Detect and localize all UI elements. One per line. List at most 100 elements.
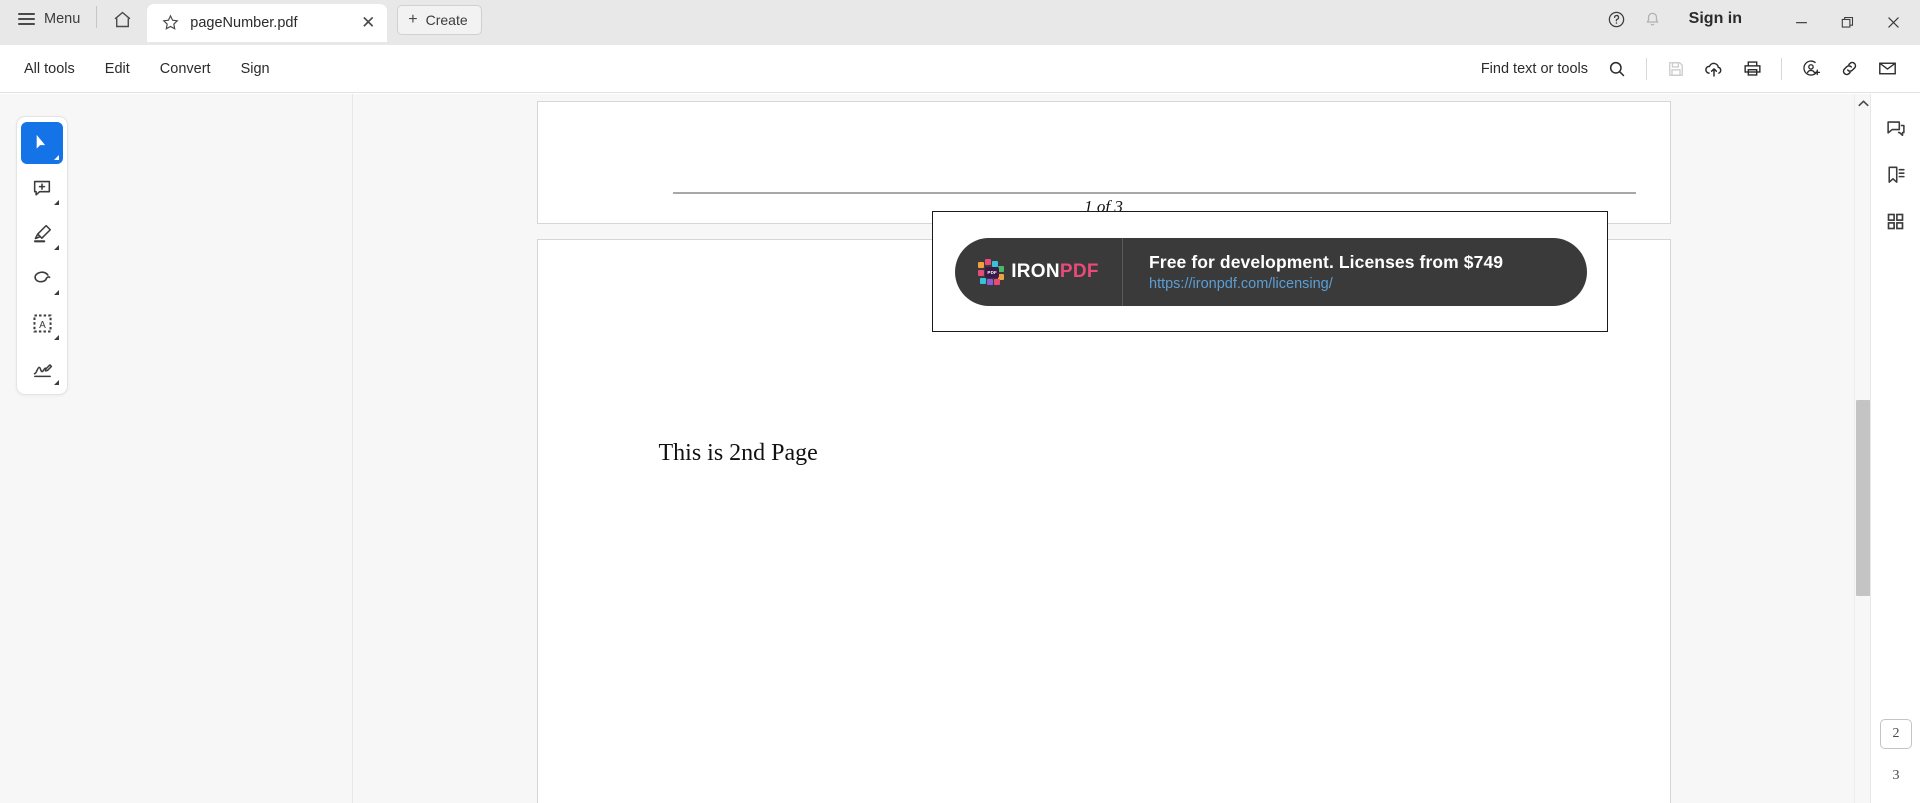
cursor-arrow-icon xyxy=(36,134,46,149)
add-text-tool-button[interactable]: A xyxy=(21,302,63,344)
create-button[interactable]: + Create xyxy=(397,5,482,35)
command-bar-separator-1 xyxy=(1646,57,1647,80)
pdf-page-1: 1 of 3 xyxy=(536,101,1671,224)
find-text-label[interactable]: Find text or tools xyxy=(1481,61,1588,77)
right-panel-rail: 2 3 xyxy=(1870,94,1920,803)
copy-link-button[interactable] xyxy=(1830,52,1868,86)
titlebar-divider xyxy=(96,5,98,28)
page-number-current[interactable]: 2 xyxy=(1880,719,1912,749)
comment-panel-button[interactable] xyxy=(1877,110,1915,148)
add-comment-tool-button[interactable] xyxy=(21,167,63,209)
cloud-upload-icon xyxy=(1705,62,1722,77)
document-tab[interactable]: pageNumber.pdf ✕ xyxy=(147,3,388,42)
page-rule xyxy=(672,192,1636,194)
share-person-button[interactable] xyxy=(1792,52,1830,86)
command-bar-separator-2 xyxy=(1781,57,1782,80)
chevron-expand-icon xyxy=(54,335,59,340)
chevron-expand-icon xyxy=(54,290,59,295)
vertical-scrollbar[interactable] xyxy=(1854,94,1870,803)
select-tool-button[interactable] xyxy=(21,122,63,164)
ironpdf-message: Free for development. Licenses from $749… xyxy=(1123,252,1503,292)
bookmark-panel-icon xyxy=(1887,166,1905,183)
page-body-text: This is 2nd Page xyxy=(658,440,818,466)
tool-palette: A xyxy=(16,116,68,395)
notifications-button[interactable] xyxy=(1635,3,1671,35)
window-minimize-button[interactable] xyxy=(1778,0,1824,45)
comment-panel-icon xyxy=(1886,121,1905,137)
menu-item-convert[interactable]: Convert xyxy=(146,54,225,84)
help-circle-icon xyxy=(1608,11,1625,27)
svg-text:A: A xyxy=(39,319,46,330)
ironpdf-watermark-banner: PDF IRONPDF Free for development. Licens… xyxy=(932,211,1608,332)
text-box-icon: A xyxy=(32,313,52,333)
highlighter-icon xyxy=(33,224,51,242)
email-button[interactable] xyxy=(1868,52,1906,86)
menu-button-label: Menu xyxy=(44,11,81,27)
scroll-up-button[interactable] xyxy=(1855,94,1871,112)
ironpdf-badge-label: PDF xyxy=(985,267,1000,278)
scrollbar-thumb[interactable] xyxy=(1856,400,1870,596)
ironpdf-word-pdf: PDF xyxy=(1059,261,1099,282)
title-bar-right: Sign in xyxy=(1599,0,1920,45)
page-number-next[interactable]: 3 xyxy=(1880,761,1912,791)
menu-button[interactable]: Menu xyxy=(10,3,88,35)
cloud-upload-button[interactable] xyxy=(1695,52,1733,86)
search-button[interactable] xyxy=(1598,52,1636,86)
create-button-label: Create xyxy=(425,12,468,28)
thumbnail-panel-button[interactable] xyxy=(1877,202,1915,240)
left-tool-rail: A xyxy=(0,94,353,803)
title-bar: Menu pageNumber.pdf ✕ + Create Sign in xyxy=(0,0,1920,45)
save-icon xyxy=(1669,61,1683,76)
thumbnail-panel-icon xyxy=(1887,213,1904,229)
minimize-icon xyxy=(1795,22,1807,24)
sign-in-button[interactable]: Sign in xyxy=(1677,3,1754,35)
chevron-expand-icon xyxy=(54,380,59,385)
star-icon[interactable] xyxy=(161,13,180,32)
highlight-tool-button[interactable] xyxy=(21,212,63,254)
command-bar-actions: Find text or tools xyxy=(1481,52,1920,86)
ironpdf-logo: PDF IRONPDF xyxy=(955,238,1123,306)
menu-item-all-tools[interactable]: All tools xyxy=(10,54,89,84)
command-bar: All tools Edit Convert Sign Find text or… xyxy=(0,45,1920,93)
window-close-icon xyxy=(1887,17,1899,28)
ironpdf-link[interactable]: https://ironpdf.com/licensing/ xyxy=(1149,276,1503,292)
print-icon xyxy=(1743,61,1761,76)
comment-plus-icon xyxy=(33,180,51,196)
menu-item-edit[interactable]: Edit xyxy=(91,54,144,84)
bookmark-panel-button[interactable] xyxy=(1877,156,1915,194)
plus-icon: + xyxy=(408,11,418,28)
draw-freehand-tool-button[interactable] xyxy=(21,257,63,299)
email-icon xyxy=(1878,62,1896,75)
restore-icon xyxy=(1841,16,1853,28)
document-tab-title: pageNumber.pdf xyxy=(190,14,298,31)
save-button[interactable] xyxy=(1657,52,1695,86)
chevron-expand-icon xyxy=(54,200,59,205)
home-button[interactable] xyxy=(105,3,139,35)
tab-close-icon[interactable]: ✕ xyxy=(355,10,381,36)
link-icon xyxy=(1842,61,1856,76)
print-button[interactable] xyxy=(1733,52,1771,86)
document-viewer[interactable]: 1 of 3 This is 2nd Page PDF IRONPDF Free… xyxy=(353,94,1854,803)
ironpdf-pill: PDF IRONPDF Free for development. Licens… xyxy=(955,238,1587,306)
chevron-expand-icon xyxy=(54,245,59,250)
command-bar-menus: All tools Edit Convert Sign xyxy=(0,54,284,84)
chevron-up-icon xyxy=(1857,99,1869,106)
page-number-list: 2 3 xyxy=(1871,719,1920,803)
signature-tool-button[interactable] xyxy=(21,347,63,389)
menu-item-sign[interactable]: Sign xyxy=(227,54,284,84)
window-restore-button[interactable] xyxy=(1824,0,1870,45)
window-close-button[interactable] xyxy=(1870,0,1916,45)
lasso-draw-icon xyxy=(33,270,50,283)
fill-and-sign-icon xyxy=(33,363,52,377)
chevron-expand-icon xyxy=(54,155,59,160)
hamburger-icon xyxy=(18,13,35,25)
search-icon xyxy=(1609,61,1625,76)
ironpdf-word-iron: IRON xyxy=(1011,261,1060,282)
bell-icon xyxy=(1646,12,1659,25)
acrobat-reader-window: Menu pageNumber.pdf ✕ + Create Sign in A… xyxy=(0,0,1920,803)
help-button[interactable] xyxy=(1599,3,1635,35)
ironpdf-mark-icon: PDF xyxy=(978,259,1005,285)
share-person-icon xyxy=(1802,60,1820,76)
ironpdf-headline: Free for development. Licenses from $749 xyxy=(1149,252,1504,272)
title-bar-left: Menu pageNumber.pdf ✕ + Create xyxy=(0,0,482,45)
